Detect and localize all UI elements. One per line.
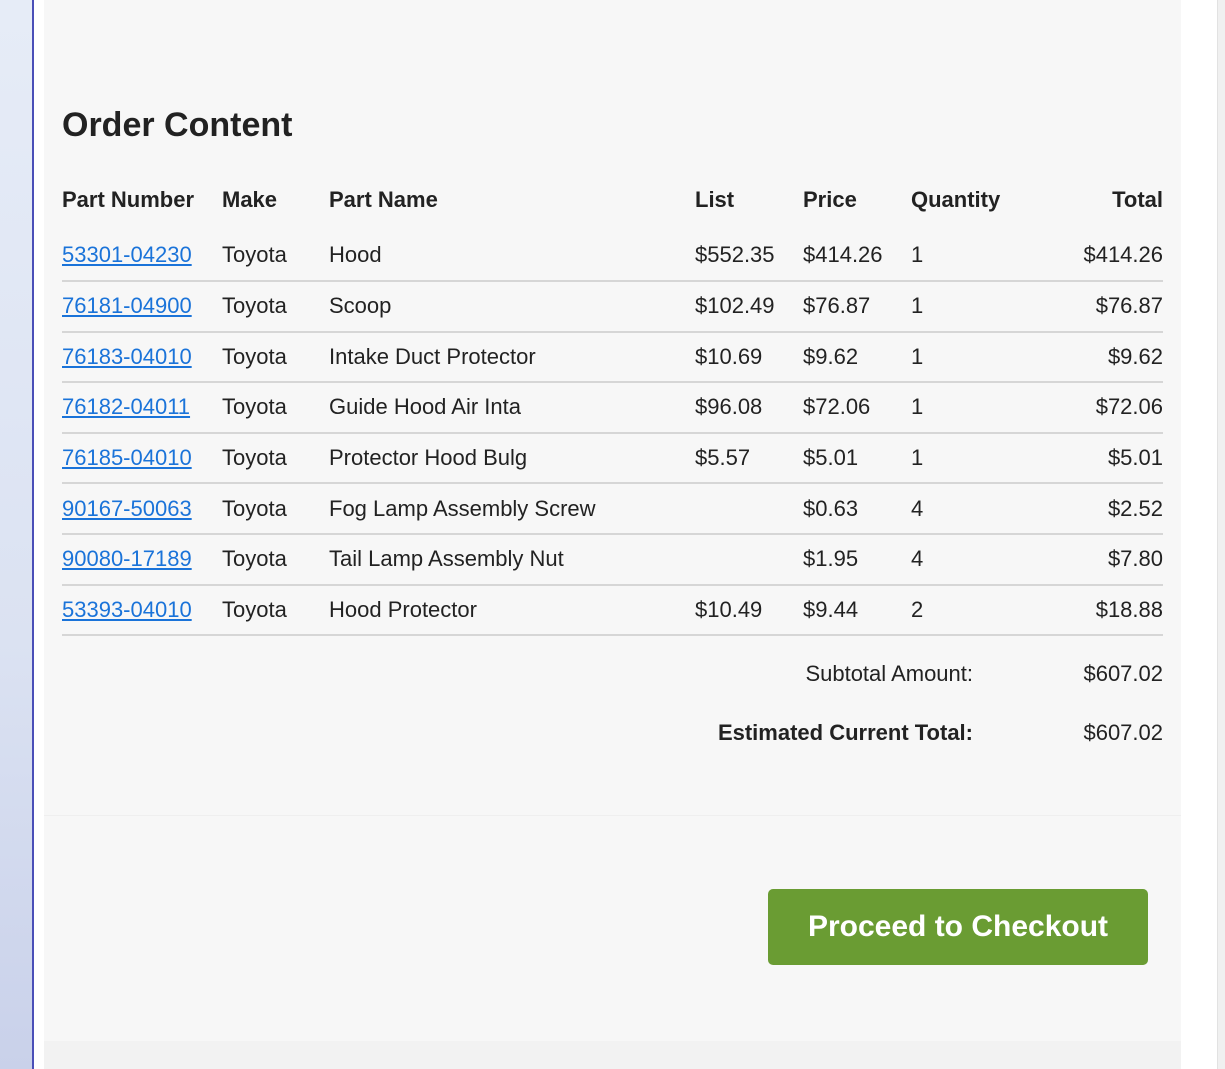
order-rows: 53301-04230 Toyota Hood $552.35 $414.26 … (62, 222, 1163, 637)
line-total-cell: $72.06 (1021, 382, 1163, 434)
part-name-cell: Fog Lamp Assembly Screw (329, 483, 695, 535)
scrollbar-track[interactable] (1217, 0, 1225, 1069)
table-row: 76183-04010 Toyota Intake Duct Protector… (62, 331, 1163, 384)
list-price-cell: $10.69 (695, 331, 803, 384)
part-number-link[interactable]: 53393-04010 (62, 597, 192, 622)
estimated-total-value: $607.02 (1083, 720, 1163, 745)
part-name-cell: Hood (329, 222, 695, 282)
page-title: Order Content (62, 106, 293, 144)
part-number-link[interactable]: 76183-04010 (62, 344, 192, 369)
quantity-cell: 4 (911, 533, 1021, 586)
part-name-cell: Protector Hood Bulg (329, 432, 695, 485)
make-cell: Toyota (222, 483, 329, 535)
part-number-link[interactable]: 76181-04900 (62, 293, 192, 318)
part-name-cell: Hood Protector (329, 584, 695, 637)
price-cell: $9.44 (803, 584, 911, 637)
make-cell: Toyota (222, 432, 329, 485)
quantity-cell: 1 (911, 222, 1021, 282)
table-row: 76181-04900 Toyota Scoop $102.49 $76.87 … (62, 281, 1163, 333)
list-price-cell: $552.35 (695, 222, 803, 282)
part-name-cell: Tail Lamp Assembly Nut (329, 533, 695, 586)
make-cell: Toyota (222, 281, 329, 333)
list-price-cell: $5.57 (695, 432, 803, 485)
line-total-cell: $76.87 (1021, 281, 1163, 333)
quantity-cell: 1 (911, 432, 1021, 485)
part-name-cell: Guide Hood Air Inta (329, 382, 695, 434)
price-cell: $9.62 (803, 331, 911, 384)
make-cell: Toyota (222, 533, 329, 586)
line-total-cell: $7.80 (1021, 533, 1163, 586)
table-row: 53301-04230 Toyota Hood $552.35 $414.26 … (62, 222, 1163, 282)
column-header-make: Make (222, 187, 278, 212)
table-row: 53393-04010 Toyota Hood Protector $10.49… (62, 584, 1163, 637)
proceed-to-checkout-button[interactable]: Proceed to Checkout (768, 889, 1148, 965)
table-row: 76185-04010 Toyota Protector Hood Bulg $… (62, 432, 1163, 485)
make-cell: Toyota (222, 382, 329, 434)
line-total-cell: $414.26 (1021, 222, 1163, 282)
subtotal-value: $607.02 (1083, 661, 1163, 686)
part-name-cell: Scoop (329, 281, 695, 333)
make-cell: Toyota (222, 584, 329, 637)
price-cell: $0.63 (803, 483, 911, 535)
table-header-row: Part Number Make Part Name List Price Qu… (62, 178, 1163, 222)
column-header-list: List (695, 187, 735, 212)
table-row: 90167-50063 Toyota Fog Lamp Assembly Scr… (62, 483, 1163, 535)
list-price-cell: $10.49 (695, 584, 803, 637)
footer-band (44, 1041, 1181, 1069)
price-cell: $72.06 (803, 382, 911, 434)
line-total-cell: $18.88 (1021, 584, 1163, 637)
part-name-cell: Intake Duct Protector (329, 331, 695, 384)
quantity-cell: 4 (911, 483, 1021, 535)
price-cell: $414.26 (803, 222, 911, 282)
part-number-link[interactable]: 90080-17189 (62, 546, 192, 571)
part-number-link[interactable]: 53301-04230 (62, 242, 192, 267)
part-number-link[interactable]: 90167-50063 (62, 496, 192, 521)
column-header-part-name: Part Name (329, 187, 438, 212)
line-total-cell: $2.52 (1021, 483, 1163, 535)
list-price-cell (695, 483, 803, 535)
column-header-quantity: Quantity (911, 187, 1001, 212)
part-number-link[interactable]: 76185-04010 (62, 445, 192, 470)
quantity-cell: 2 (911, 584, 1021, 637)
price-cell: $1.95 (803, 533, 911, 586)
price-cell: $76.87 (803, 281, 911, 333)
table-row: 76182-04011 Toyota Guide Hood Air Inta $… (62, 382, 1163, 434)
column-header-part-number: Part Number (62, 187, 195, 212)
column-header-total: Total (1112, 187, 1163, 212)
part-number-link[interactable]: 76182-04011 (62, 394, 190, 419)
line-total-cell: $5.01 (1021, 432, 1163, 485)
make-cell: Toyota (222, 331, 329, 384)
list-price-cell (695, 533, 803, 586)
table-row: 90080-17189 Toyota Tail Lamp Assembly Nu… (62, 533, 1163, 586)
quantity-cell: 1 (911, 281, 1021, 333)
quantity-cell: 1 (911, 331, 1021, 384)
subtotal-label: Subtotal Amount: (805, 661, 973, 686)
make-cell: Toyota (222, 222, 329, 282)
order-table: Part Number Make Part Name List Price Qu… (62, 178, 1163, 637)
column-header-price: Price (803, 187, 857, 212)
price-cell: $5.01 (803, 432, 911, 485)
list-price-cell: $96.08 (695, 382, 803, 434)
line-total-cell: $9.62 (1021, 331, 1163, 384)
quantity-cell: 1 (911, 382, 1021, 434)
estimated-total-label: Estimated Current Total: (717, 720, 973, 745)
list-price-cell: $102.49 (695, 281, 803, 333)
